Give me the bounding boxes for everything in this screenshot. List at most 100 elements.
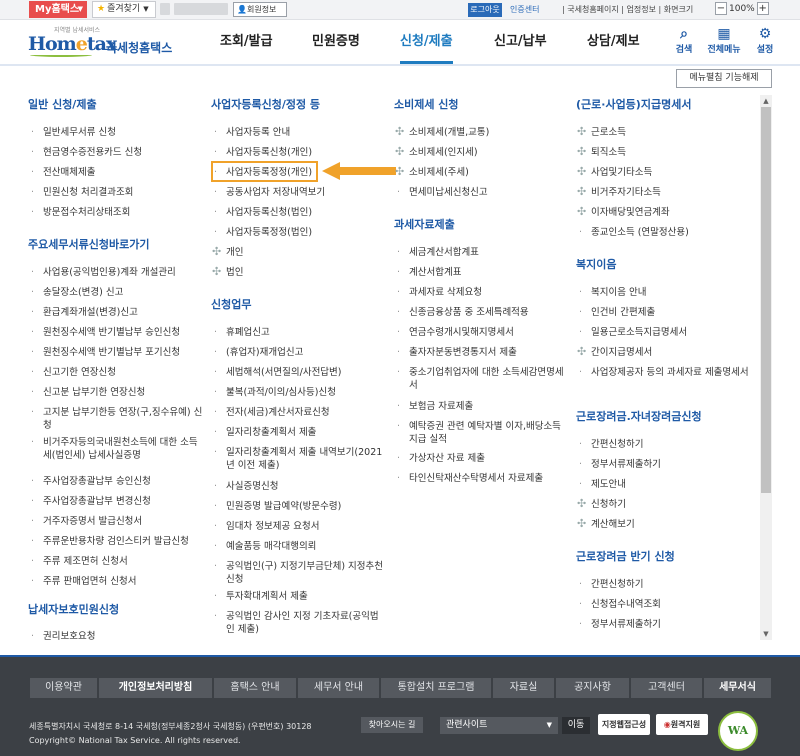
menu-item[interactable]: · 사업용(공익법인용)계좌 개설관리 [28,266,203,279]
nav-inquiry-issue[interactable]: 조회/발급 [220,20,273,64]
footer-privacy-link[interactable]: 개인정보처리방침 [98,678,212,698]
find-way-button[interactable]: 찾아오시는 길 [361,717,423,733]
menu-item[interactable]: · 공익법인(구) 지정기부금단체) 지정추천 신청 [211,560,386,586]
menu-item[interactable]: · 원천징수세액 반기별납부 포기신청 [28,346,203,359]
vertical-scrollbar[interactable]: ▲ ▼ [760,95,772,640]
expandable-menu-item[interactable]: ✣ 계산해보기 [576,517,751,531]
auth-center-link[interactable]: 인증센터 [510,4,539,15]
menu-item[interactable]: · 고지분 납부기한등 연장(구,징수유예) 신청 [28,406,203,432]
my-hometax-button[interactable]: My홈택스 ▼ [29,1,87,18]
menu-item[interactable]: · 공동사업자 저장내역보기 [211,186,386,199]
menu-item[interactable]: · 임대차 정보제공 요청서 [211,520,386,533]
menu-item[interactable]: · 주류운반용차량 검인스티커 발급신청 [28,535,203,548]
menu-item[interactable]: · 신청접수내역조회 [576,598,751,611]
menu-item[interactable]: · 예술품등 매각대행의뢰 [211,540,386,553]
menu-item[interactable]: · 정부서류제출하기 [576,458,751,471]
menu-item[interactable]: · 가상자산 자료 제출 [394,452,569,465]
menu-item[interactable]: · 종교인소득 (연말정산용) [576,226,751,239]
menu-item[interactable]: · (휴업자)재개업신고 [211,346,386,359]
menu-item[interactable]: · 신고기한 연장신청 [28,366,203,379]
menu-item[interactable]: · 중소기업취업자에 대한 소득세감면명세서 [394,366,569,392]
menu-item[interactable]: · 세법해석(서면질의/사전답변) [211,366,386,379]
zoom-out-button[interactable]: − [715,2,727,15]
menu-item[interactable]: · 민원신청 처리결과조회 [28,186,203,199]
scroll-down-icon[interactable]: ▼ [760,628,772,640]
menu-item[interactable]: · 타인신탁재산수탁명세서 자료제출 [394,472,569,485]
expandable-menu-item[interactable]: ✣ 소비제세(인지세) [394,145,569,159]
menu-item[interactable]: · 사업장제공자 등의 과세자료 제출명세서 [576,366,751,379]
expandable-menu-item[interactable]: ✣ 간이지급명세서 [576,345,751,359]
menu-item[interactable]: · 원천징수세액 반기별납부 승인신청 [28,326,203,339]
menu-item[interactable]: · 휴폐업신고 [211,326,386,339]
menu-item[interactable]: · 간편신청하기 [576,438,751,451]
menu-item[interactable]: · 현금영수증전용카드 신청 [28,146,203,159]
footer-install-program-link[interactable]: 통합설치 프로그램 [380,678,491,698]
favorites-button[interactable]: ★ 즐겨찾기 ▼ [92,1,156,18]
zoom-in-button[interactable]: + [756,2,769,15]
menu-item[interactable]: · 송달장소(변경) 신고 [28,286,203,299]
menu-item[interactable]: · 제도안내 [576,478,751,491]
menu-item[interactable]: · 사업자등록신청(개인) [211,146,386,159]
menu-item[interactable]: · 주류 제조면허 신청서 [28,555,203,568]
menu-item[interactable]: · 신고분 납부기한 연장신청 [28,386,203,399]
menu-item[interactable]: · 사업자등록 안내 [211,126,386,139]
menu-item[interactable]: · 일용근로소득지급명세서 [576,326,751,339]
footer-tax-forms-link[interactable]: 세무서식 [703,678,771,698]
menu-item[interactable]: · 일반세무서류 신청 [28,126,203,139]
menu-item[interactable]: · 출자자분동변경통지서 제출 [394,346,569,359]
menu-item[interactable]: · 정부서류제출하기 [576,618,751,631]
menu-item[interactable]: · 투자확대계획서 제출 [211,590,386,603]
footer-hometax-guide-link[interactable]: 홈택스 안내 [213,678,296,698]
accessibility-badge[interactable]: 지정웹접근성 [598,714,650,735]
menu-item[interactable]: · 불복(과적/이의/심사등)신청 [211,386,386,399]
nav-apply-submit[interactable]: 신청/제출 [400,20,453,64]
footer-terms-link[interactable]: 이용약관 [29,678,97,698]
menu-item[interactable]: · 일자리창출계획서 제출 [211,426,386,439]
menu-item[interactable]: · 거주자증명서 발급신청서 [28,515,203,528]
menu-item[interactable]: · 비거주자등의국내원천소득에 대한 소득세(법인세) 납세사실증명 [28,436,203,462]
all-menu-button[interactable]: ▦ 전체메뉴 [704,26,744,55]
menu-item[interactable]: · 방문접수처리상태조회 [28,206,203,219]
menu-item[interactable]: · 민원증명 발급예약(방문수령) [211,500,386,513]
remote-support-button[interactable]: ◉원격지원 [656,714,708,735]
menu-item[interactable]: · 사업자등록정정(법인) [211,226,386,239]
expandable-menu-item[interactable]: ✣ 개인 [211,245,386,259]
menu-item[interactable]: · 예탁증권 관련 예탁자별 이자,배당소득지급 실적 [394,420,569,446]
menu-item[interactable]: · 과세자료 삭제요청 [394,286,569,299]
expandable-menu-item[interactable]: ✣ 비거주자기타소득 [576,185,751,199]
nav-consult-report[interactable]: 상담/제보 [587,20,640,64]
member-info-button[interactable]: 👤회원정보 [233,2,287,17]
menu-item[interactable]: · 계산서합계표 [394,266,569,279]
expandable-menu-item[interactable]: ✣ 근로소득 [576,125,751,139]
menu-expand-toggle-button[interactable]: 메뉴펼침 기능해제 [676,69,772,88]
scrollbar-thumb[interactable] [761,107,771,493]
menu-item[interactable]: · 전산매체제출 [28,166,203,179]
expandable-menu-item[interactable]: ✣ 사업및기타소득 [576,165,751,179]
footer-library-link[interactable]: 자료실 [492,678,554,698]
go-button[interactable]: 이동 [562,717,590,734]
settings-button[interactable]: ⚙ 설정 [745,26,785,55]
menu-item[interactable]: · 일자리창출계획서 제출 내역보기(2021년 이전 제출) [211,446,386,472]
menu-item[interactable]: · 주사업장총괄납부 승인신청 [28,475,203,488]
menu-item[interactable]: · 전자(세금)계산서자료신청 [211,406,386,419]
expandable-menu-item[interactable]: ✣ 신청하기 [576,497,751,511]
menu-item[interactable]: · 세금계산서합계표 [394,246,569,259]
logout-button[interactable]: 로그아웃 [468,3,502,17]
expandable-menu-item[interactable]: ✣ 퇴직소득 [576,145,751,159]
menu-item[interactable]: · 공익법인 감사인 지정 기초자료(공익법인 제출) [211,610,386,636]
menu-item[interactable]: · 인건비 간편제출 [576,306,751,319]
nav-report-pay[interactable]: 신고/납부 [494,20,547,64]
menu-item[interactable]: · 주류 판매업면허 신청서 [28,575,203,588]
menu-item[interactable]: · 복지이음 안내 [576,286,751,299]
menu-item[interactable]: · 면세미납세신청신고 [394,186,569,199]
hometax-logo[interactable]: 지역별 납세서비스 Hometax 국세청홈택스 [28,25,178,59]
scroll-up-icon[interactable]: ▲ [760,95,772,107]
menu-item[interactable]: · 권리보호요청 [28,630,203,643]
top-links[interactable]: | 국세청홈페이지 | 업정정보 | 화면크기 [562,4,693,15]
menu-item[interactable]: · 연금수령개시및해지명세서 [394,326,569,339]
menu-item[interactable]: · 간편신청하기 [576,578,751,591]
search-button[interactable]: ⌕ 검색 [664,26,704,55]
footer-notice-link[interactable]: 공지사항 [555,678,629,698]
menu-item[interactable]: · 주사업장총괄납부 변경신청 [28,495,203,508]
menu-item[interactable]: · 사업자등록신청(법인) [211,206,386,219]
